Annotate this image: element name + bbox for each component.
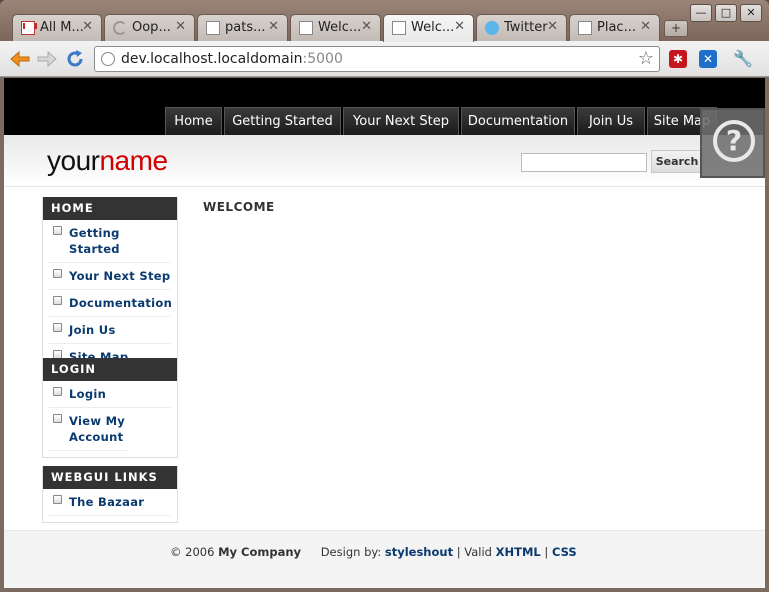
- document-icon: [392, 21, 406, 35]
- site-logo[interactable]: yourname: [47, 145, 168, 177]
- footer-link-xhtml[interactable]: XHTML: [496, 545, 541, 559]
- back-button[interactable]: [9, 49, 31, 69]
- new-tab-button[interactable]: +: [664, 20, 688, 37]
- forward-button[interactable]: [36, 49, 58, 69]
- close-icon[interactable]: ✕: [640, 19, 651, 34]
- close-icon[interactable]: ✕: [268, 19, 279, 34]
- loading-icon: [113, 21, 127, 35]
- close-icon[interactable]: ✕: [175, 19, 186, 34]
- twitter-icon: [485, 21, 499, 35]
- sidebar-title: WEBGUI LINKS: [43, 466, 177, 489]
- tab-welcome-1[interactable]: Welc... ✕: [290, 14, 381, 41]
- sidebar-webgui-box: WEBGUI LINKS The Bazaar: [42, 466, 178, 523]
- checkbox-icon: [53, 296, 62, 305]
- sidebar-home-box: HOME Getting Started Your Next Step Docu…: [42, 197, 178, 378]
- document-icon: [206, 21, 220, 35]
- sidebar-item-login[interactable]: Login: [49, 381, 171, 408]
- footer-link-css[interactable]: CSS: [552, 545, 577, 559]
- page-viewport: Home Getting Started Your Next Step Docu…: [4, 78, 765, 588]
- checkbox-icon: [53, 495, 62, 504]
- checkbox-icon: [53, 226, 62, 235]
- bookmark-star-icon[interactable]: ☆: [638, 48, 654, 69]
- menu-getting-started[interactable]: Getting Started: [224, 107, 341, 135]
- close-icon[interactable]: ✕: [361, 19, 372, 34]
- sidebar-login-box: LOGIN Login View My Account: [42, 358, 178, 458]
- address-bar[interactable]: dev.localhost.localdomain:5000 ☆: [94, 46, 660, 72]
- help-overlay[interactable]: ?: [700, 108, 765, 178]
- sidebar-item-your-next-step[interactable]: Your Next Step: [49, 263, 171, 290]
- close-icon[interactable]: ✕: [454, 19, 465, 34]
- sidebar-item-view-my-account[interactable]: View My Account: [49, 408, 129, 451]
- sidebar-item-documentation[interactable]: Documentation: [49, 290, 172, 317]
- url-text: dev.localhost.localdomain:5000: [121, 51, 343, 67]
- sidebar-item-join-us[interactable]: Join Us: [49, 317, 171, 344]
- tab-twitter[interactable]: Twitter ✕: [476, 14, 567, 41]
- menu-home[interactable]: Home: [165, 107, 222, 135]
- checkbox-icon: [53, 323, 62, 332]
- sidebar-item-the-bazaar[interactable]: The Bazaar: [49, 489, 171, 516]
- document-icon: [578, 21, 592, 35]
- footer-text: © 2006 My Company Design by: styleshout …: [170, 545, 577, 559]
- site-top-bar: Home Getting Started Your Next Step Docu…: [4, 78, 765, 135]
- gmail-icon: [21, 21, 37, 35]
- tab-pats[interactable]: pats... ✕: [197, 14, 288, 41]
- footer-link-styleshout[interactable]: styleshout: [385, 545, 453, 559]
- close-icon[interactable]: ✕: [547, 19, 558, 34]
- close-icon[interactable]: ✕: [82, 19, 93, 34]
- forward-arrow-icon: [37, 50, 57, 68]
- checkbox-icon: [53, 387, 62, 396]
- browser-window: All M... ✕ Oop... ✕ pats... ✕ Welc... ✕ …: [0, 0, 769, 592]
- tab-gmail[interactable]: All M... ✕: [12, 14, 102, 41]
- search-button[interactable]: Search: [651, 150, 703, 173]
- document-icon: [299, 21, 313, 35]
- site-footer: © 2006 My Company Design by: styleshout …: [4, 530, 765, 588]
- minimize-button[interactable]: —: [690, 4, 712, 22]
- wrench-icon[interactable]: 🔧: [733, 50, 753, 68]
- site-header: yourname Search: [4, 135, 765, 187]
- menu-your-next-step[interactable]: Your Next Step: [343, 107, 459, 135]
- back-arrow-icon: [10, 50, 30, 68]
- close-window-button[interactable]: ✕: [740, 4, 762, 22]
- tab-places[interactable]: Plac... ✕: [569, 14, 660, 41]
- lastpass-extension-icon[interactable]: ✱: [669, 50, 687, 68]
- reload-button[interactable]: [64, 49, 86, 69]
- menu-documentation[interactable]: Documentation: [461, 107, 575, 135]
- sidebar-title: LOGIN: [43, 358, 177, 381]
- menu-join-us[interactable]: Join Us: [577, 107, 645, 135]
- extension-icon[interactable]: ✕: [699, 50, 717, 68]
- reload-icon: [67, 50, 83, 67]
- tab-strip: All M... ✕ Oop... ✕ pats... ✕ Welc... ✕ …: [0, 0, 769, 42]
- page-title: WELCOME: [203, 200, 275, 214]
- checkbox-icon: [53, 414, 62, 423]
- checkbox-icon: [53, 269, 62, 278]
- search-input[interactable]: [521, 153, 647, 172]
- browser-toolbar: dev.localhost.localdomain:5000 ☆ ✱ ✕ 🔧: [0, 41, 769, 77]
- tab-oops[interactable]: Oop... ✕: [104, 14, 195, 41]
- tab-welcome-active[interactable]: Welc... ✕: [383, 14, 474, 42]
- sidebar-title: HOME: [43, 197, 177, 220]
- footer-company: My Company: [218, 545, 302, 559]
- globe-icon: [101, 52, 115, 66]
- maximize-button[interactable]: □: [715, 4, 737, 22]
- sidebar-item-getting-started[interactable]: Getting Started: [49, 220, 171, 263]
- help-icon: ?: [713, 120, 755, 162]
